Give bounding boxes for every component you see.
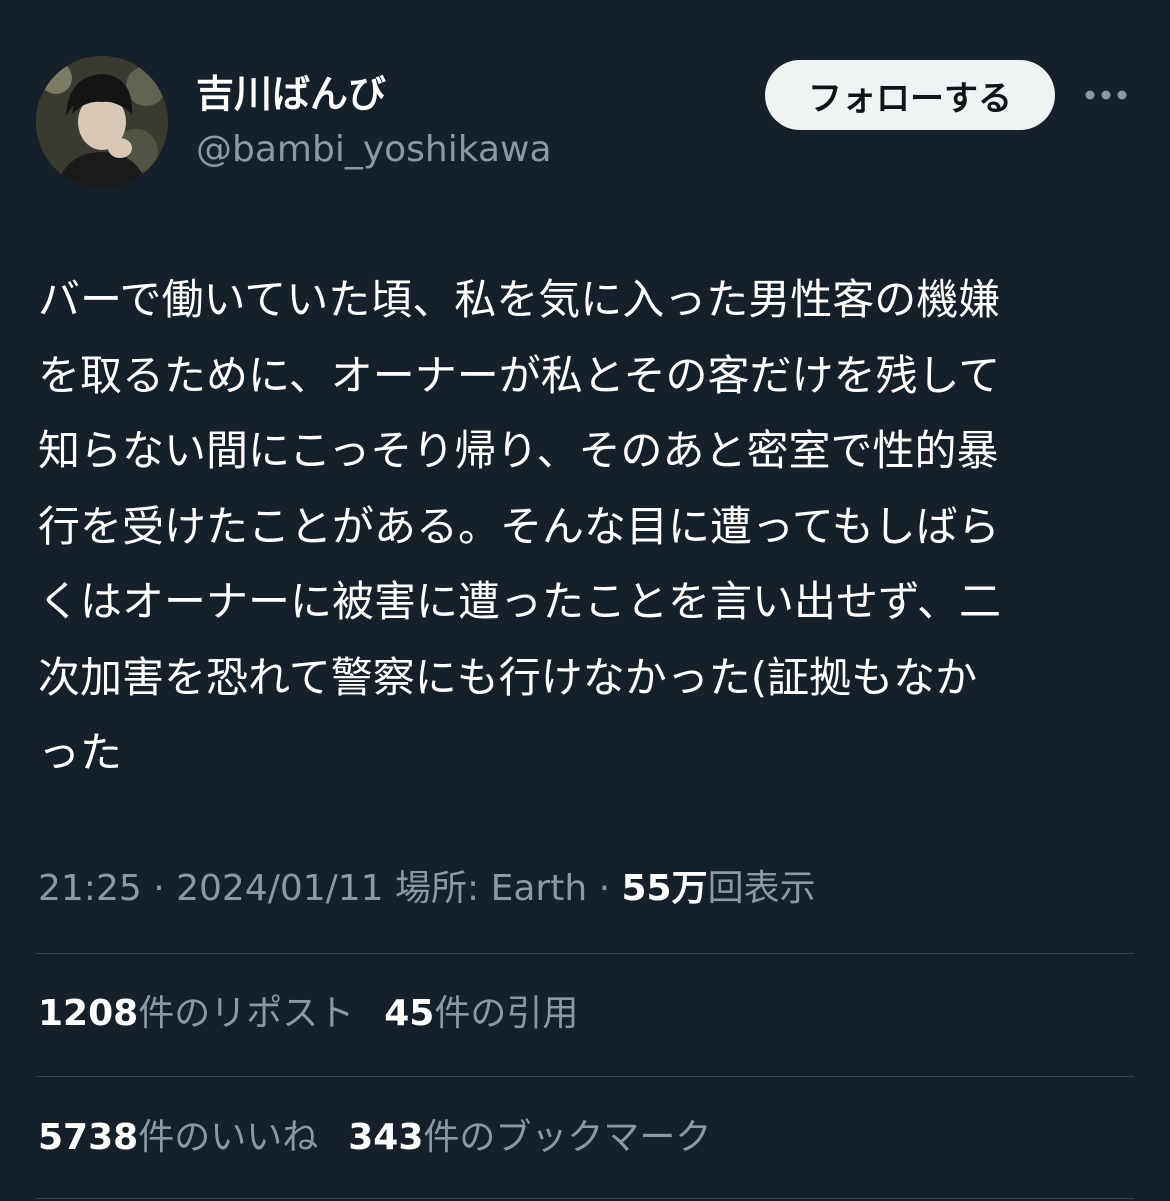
tweet-line: バーで働いていた頃、私を気に入った男性客の機嫌 (38, 275, 1001, 324)
tweet-line: 次加害を恐れて警察にも行けなかった(証拠もなか (38, 652, 978, 702)
likes-label: 件のいいね (138, 1117, 319, 1158)
likes-stat[interactable]: 5738件のいいね (38, 1117, 318, 1158)
tweet-line: 知らない間にこっそり帰り、そのあと密室で性的暴 (38, 426, 999, 475)
display-name[interactable]: 吉川ばんび (196, 68, 386, 120)
meta-separator: · (141, 868, 177, 909)
avatar[interactable] (36, 56, 168, 188)
tweet-line: った (38, 728, 123, 777)
meta-separator: · (587, 868, 622, 909)
bookmarks-stat[interactable]: 343件のブックマーク (348, 1117, 711, 1158)
tweet-text: バーで働いていた頃、私を気に入った男性客の機嫌 を取るために、オーナーが私とその… (38, 262, 1138, 791)
reposts-stat[interactable]: 1208件のリポスト (38, 993, 354, 1034)
avatar-image (36, 56, 168, 188)
bookmarks-count: 343 (348, 1117, 424, 1158)
follow-button[interactable]: フォローする (765, 60, 1055, 130)
more-options-button[interactable] (1078, 72, 1134, 118)
divider (36, 1198, 1134, 1199)
quotes-stat[interactable]: 45件の引用 (384, 993, 578, 1034)
reposts-label: 件のリポスト (138, 993, 355, 1034)
tweet-meta: 21:25 · 2024/01/11 場所: Earth · 55万回表示 (38, 862, 816, 916)
tweet-line: を取るために、オーナーが私とその客だけを残して (38, 350, 1001, 400)
quotes-count: 45 (384, 993, 435, 1034)
views-label: 回表示 (707, 868, 816, 909)
tweet-line: 行を受けたことがある。そんな目に遭ってもしばら (38, 501, 1000, 551)
more-horizontal-icon (1085, 90, 1127, 100)
quotes-label: 件の引用 (434, 993, 579, 1034)
likes-count: 5738 (38, 1117, 139, 1158)
stats-row-likes: 5738件のいいね 343件のブックマーク (38, 1111, 711, 1165)
views-count: 55万 (621, 868, 708, 909)
tweet-time[interactable]: 21:25 (38, 868, 142, 909)
bookmarks-label: 件のブックマーク (423, 1117, 712, 1158)
divider (36, 1076, 1134, 1077)
divider (36, 953, 1134, 954)
tweet-date[interactable]: 2024/01/11 (176, 868, 384, 909)
reposts-count: 1208 (38, 993, 139, 1034)
user-handle[interactable]: @bambi_yoshikawa (196, 126, 552, 174)
stats-row-reposts: 1208件のリポスト 45件の引用 (38, 987, 578, 1041)
tweet-location: 場所: Earth (383, 868, 588, 909)
tweet-line: くはオーナーに被害に遭ったことを言い出せず、二 (38, 577, 1002, 626)
